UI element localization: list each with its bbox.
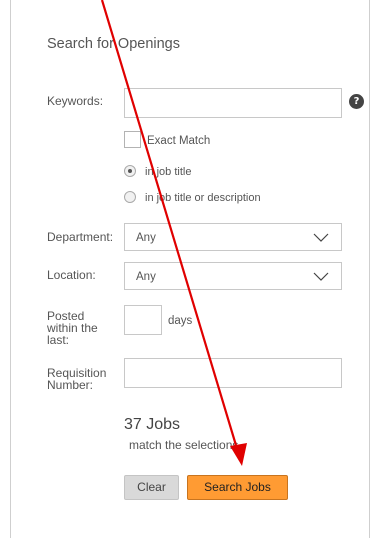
- posted-label-line-3: last:: [47, 333, 70, 347]
- panel-title: Search for Openings: [47, 36, 180, 52]
- radio-job-title-label: in job title: [145, 166, 192, 178]
- results-subtitle: match the selections: [129, 438, 239, 452]
- chevron-down-icon: [313, 272, 329, 281]
- radio-job-title-or-description-label: in job title or description: [145, 192, 261, 204]
- location-label: Location:: [47, 268, 96, 282]
- requisition-label-line-2: Number:: [47, 378, 94, 392]
- radio-job-title[interactable]: [124, 165, 136, 177]
- chevron-down-icon: [313, 233, 329, 242]
- search-jobs-button[interactable]: Search Jobs: [187, 475, 288, 500]
- exact-match-checkbox[interactable]: [124, 131, 141, 148]
- keywords-input[interactable]: [124, 88, 342, 118]
- exact-match-label: Exact Match: [147, 135, 211, 147]
- radio-job-title-or-description[interactable]: [124, 191, 136, 203]
- clear-button[interactable]: Clear: [124, 475, 179, 500]
- location-value: Any: [136, 271, 156, 283]
- question-circle-icon[interactable]: ?: [349, 94, 364, 109]
- days-unit-label: days: [168, 315, 193, 327]
- location-select[interactable]: Any: [124, 262, 342, 290]
- keywords-label: Keywords:: [47, 94, 104, 108]
- department-select[interactable]: Any: [124, 223, 342, 251]
- department-label: Department:: [47, 230, 114, 244]
- posted-days-input[interactable]: [124, 305, 162, 335]
- results-count: 37 Jobs: [124, 416, 181, 433]
- requisition-number-input[interactable]: [124, 358, 342, 388]
- department-value: Any: [136, 232, 156, 244]
